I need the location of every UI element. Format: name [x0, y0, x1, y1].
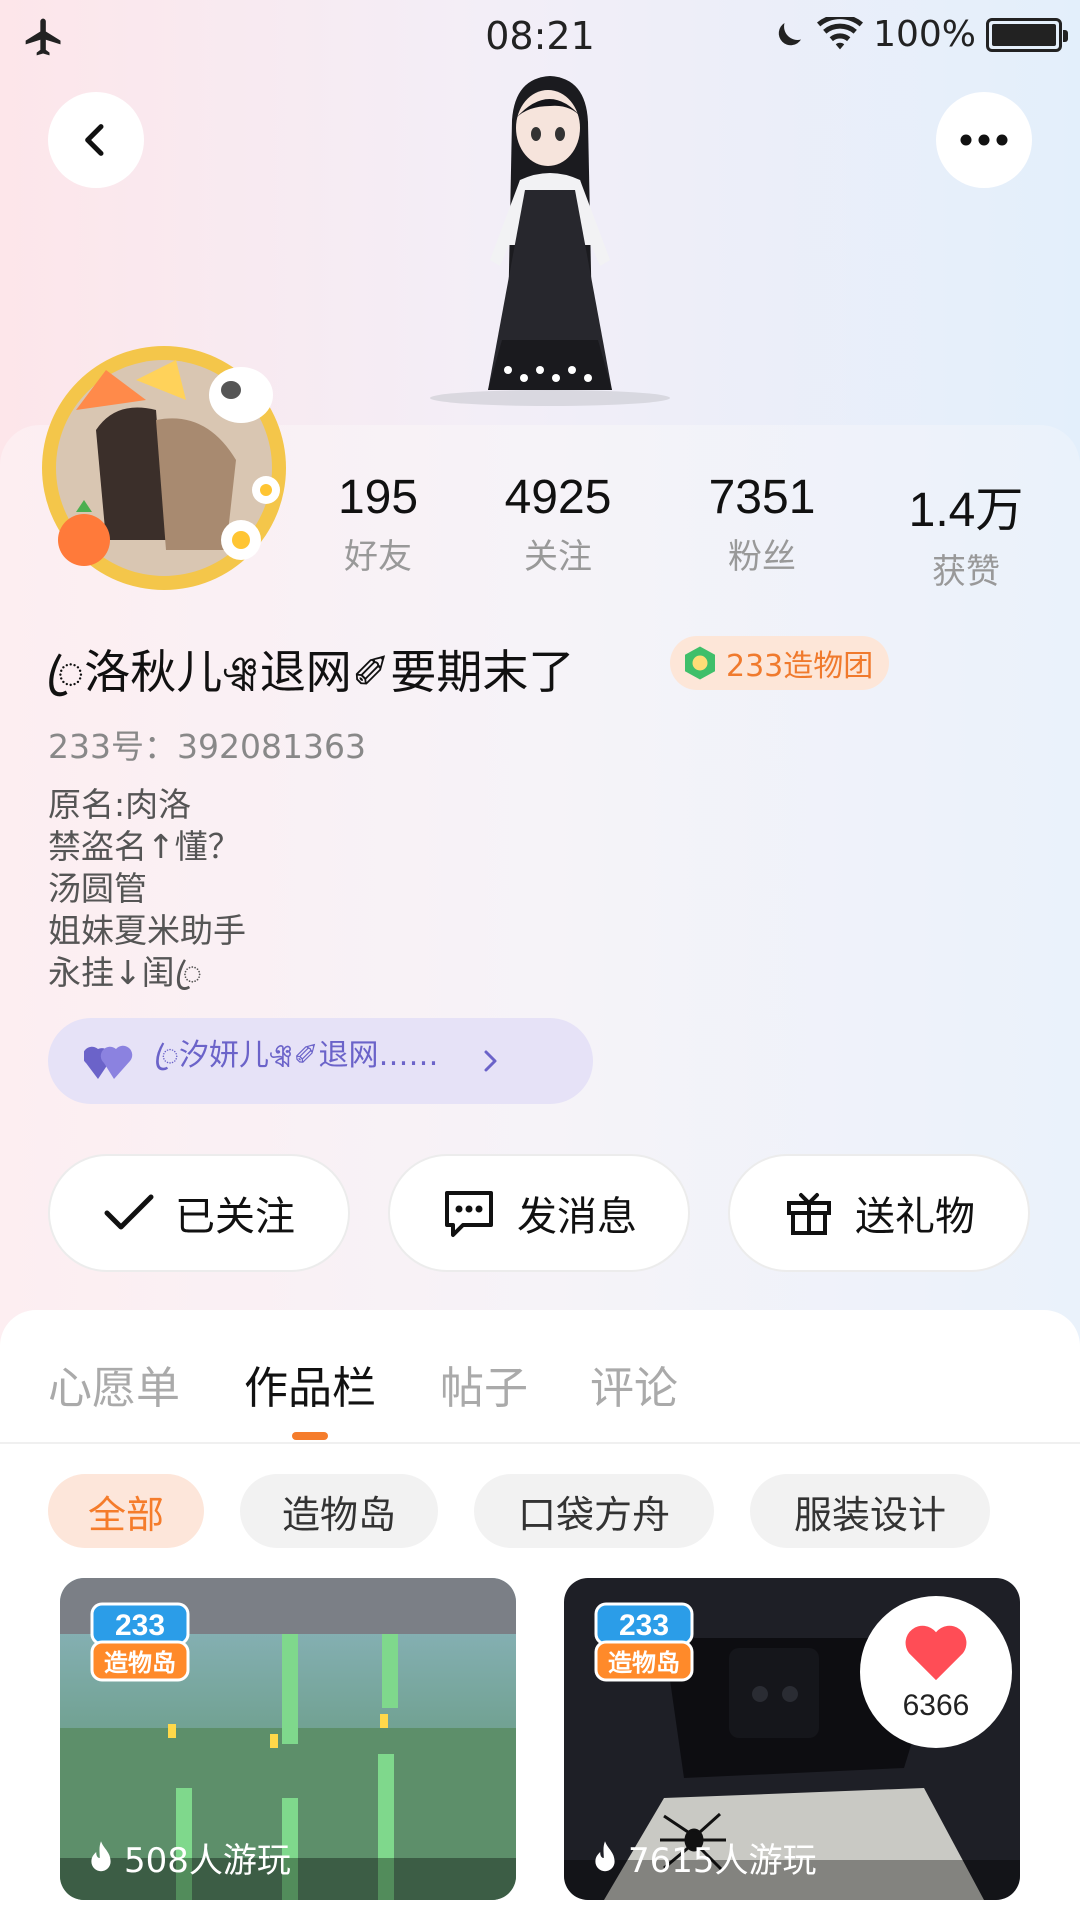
battery-percent: 100% [873, 14, 976, 55]
send-gift-button[interactable]: 送礼物 [728, 1154, 1030, 1272]
bio-line: 永挂↓闺ꦿ [48, 953, 203, 992]
chip-island[interactable]: 造物岛 [240, 1474, 438, 1548]
relation-pill[interactable]: ꦿ汐妍儿ঞ্ঝ✐退网…… [48, 1018, 593, 1104]
status-bar: 08:21 100% [0, 0, 1080, 76]
bio-line: 禁盗名↑懂？ [48, 827, 241, 866]
bio-line: 汤圆管 [48, 869, 147, 908]
tab-wishlist[interactable]: 心愿单 [48, 1352, 180, 1416]
bio-line: 姐妹夏米助手 [48, 911, 246, 950]
play-count-text: 7615人游玩 [628, 1841, 817, 1881]
stat-label: 好友 [344, 537, 412, 577]
svg-text:造物岛: 造物岛 [104, 1649, 176, 1677]
chat-icon [445, 1191, 493, 1237]
creator-badge[interactable]: 233造物团 [670, 636, 890, 690]
back-button[interactable] [48, 92, 144, 188]
tab-posts[interactable]: 帖子 [440, 1352, 528, 1416]
character-avatar-image[interactable] [420, 70, 680, 430]
svg-text:造物岛: 造物岛 [608, 1649, 680, 1677]
badge-label: 233造物团 [726, 649, 874, 684]
svg-text:233: 233 [619, 1609, 669, 1642]
moon-icon [778, 22, 802, 45]
divider [0, 1442, 1080, 1444]
badge-hexagon-icon [685, 646, 715, 680]
gift-icon [787, 1193, 831, 1235]
chevron-right-icon [484, 1050, 497, 1072]
stat-value: 195 [337, 471, 419, 524]
user-id: 233号：392081363 [48, 727, 366, 766]
more-icon [960, 134, 1008, 146]
flame-icon [595, 1840, 615, 1871]
nickname: ꦿ洛秋儿ঞ্ঝ退网✐要期末了 [46, 645, 575, 699]
chevron-left-icon [85, 124, 104, 156]
heart-like-icon [905, 1625, 967, 1681]
233-island-logo: 233 造物岛 [594, 1602, 694, 1682]
wifi-icon [817, 16, 864, 49]
work-card[interactable]: 233 造物岛 508人游玩 [60, 1578, 516, 1900]
stat-value: 4925 [504, 471, 612, 524]
like-button[interactable]: 6366 [860, 1596, 1012, 1748]
chip-fashion[interactable]: 服装设计 [750, 1474, 990, 1548]
check-icon [104, 1194, 154, 1230]
like-count: 6366 [902, 1689, 970, 1722]
flame-icon [91, 1840, 111, 1871]
stat-friends[interactable]: 195 好友 [298, 470, 458, 578]
stat-fans[interactable]: 7351 粉丝 [682, 470, 842, 578]
chip-all[interactable]: 全部 [48, 1474, 204, 1548]
svg-text:233: 233 [115, 1609, 165, 1642]
stat-likes[interactable]: 1.4万 获赞 [886, 470, 1046, 593]
more-button[interactable] [936, 92, 1032, 188]
play-count: 7615人游玩 [590, 1833, 817, 1882]
tab-works[interactable]: 作品栏 [244, 1352, 376, 1416]
followed-button[interactable]: 已关注 [48, 1154, 350, 1272]
user-avatar[interactable] [36, 340, 292, 596]
battery-icon [986, 17, 1068, 52]
stat-following[interactable]: 4925 关注 [478, 470, 638, 578]
stat-label: 粉丝 [728, 537, 796, 577]
work-card[interactable]: 233 造物岛 6366 7615人游玩 [564, 1578, 1020, 1900]
relation-text: ꦿ汐妍儿ঞ্ঝ✐退网…… [154, 1037, 439, 1073]
chip-ark[interactable]: 口袋方舟 [474, 1474, 714, 1548]
heart-icon [84, 1045, 133, 1079]
stat-value: 7351 [708, 471, 816, 524]
action-label: 发消息 [517, 1194, 637, 1240]
message-button[interactable]: 发消息 [388, 1154, 690, 1272]
tab-comments[interactable]: 评论 [590, 1352, 678, 1416]
bio: 原名:肉洛 禁盗名↑懂？ 汤圆管 姐妹夏米助手 永挂↓闺ꦿ [48, 784, 246, 994]
bio-line: 原名:肉洛 [48, 785, 192, 824]
tab-indicator [292, 1432, 328, 1440]
action-label: 已关注 [175, 1194, 295, 1240]
play-count-text: 508人游玩 [124, 1841, 291, 1881]
action-label: 送礼物 [855, 1194, 975, 1240]
stat-label: 获赞 [932, 552, 1000, 592]
stat-value: 1.4万 [908, 484, 1024, 537]
233-island-logo: 233 造物岛 [90, 1602, 190, 1682]
stat-label: 关注 [524, 537, 592, 577]
play-count: 508人游玩 [86, 1833, 291, 1882]
